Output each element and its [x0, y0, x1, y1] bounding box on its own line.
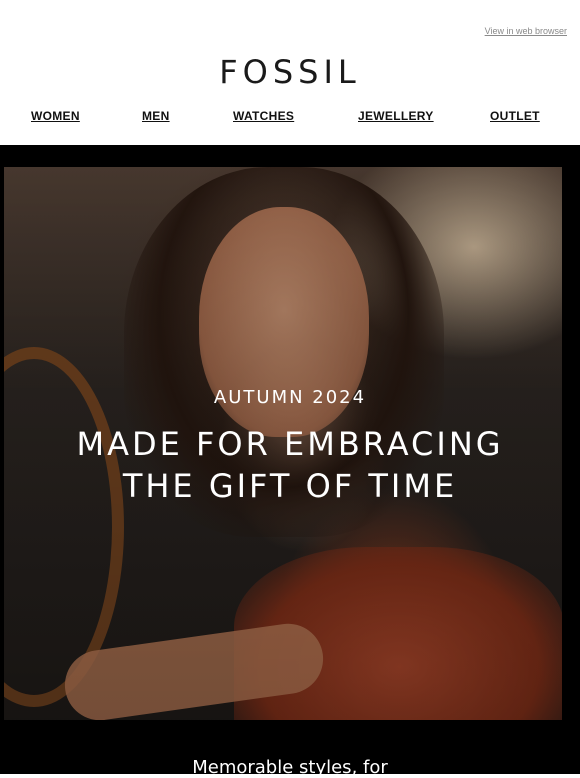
- nav-item-jewellery[interactable]: JEWELLERY: [358, 109, 434, 123]
- hero-headline-line-2: THE GIFT OF TIME: [122, 467, 458, 505]
- view-in-browser-link[interactable]: View in web browser: [485, 26, 567, 36]
- nav-item-outlet[interactable]: OUTLET: [490, 109, 540, 123]
- main-nav: WOMEN MEN WATCHES JEWELLERY OUTLET: [0, 109, 580, 127]
- nav-item-watches[interactable]: WATCHES: [233, 109, 294, 123]
- nav-item-men[interactable]: MEN: [142, 109, 170, 123]
- nav-item-women[interactable]: WOMEN: [31, 109, 80, 123]
- hero-headline: MADE FOR EMBRACING THE GIFT OF TIME: [0, 423, 580, 507]
- hero-headline-line-1: MADE FOR EMBRACING: [76, 425, 504, 463]
- hero-banner[interactable]: AUTUMN 2024 MADE FOR EMBRACING THE GIFT …: [0, 145, 580, 778]
- hero-eyebrow: AUTUMN 2024: [213, 387, 367, 408]
- fossil-logo[interactable]: FOSSIL: [0, 52, 580, 92]
- hero-subtext: Memorable styles, for: [192, 757, 388, 778]
